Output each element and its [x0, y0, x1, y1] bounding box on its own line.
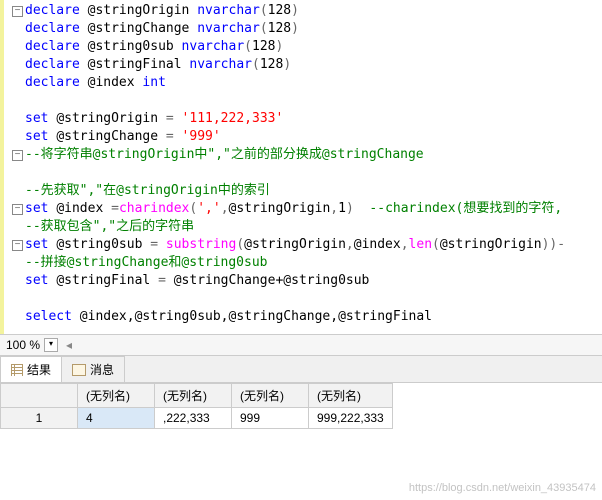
fold-toggle[interactable]: −: [12, 6, 23, 17]
zoom-level: 100 %: [6, 338, 40, 352]
grid-corner: [1, 384, 78, 408]
tab-messages[interactable]: 消息: [61, 356, 125, 382]
zoom-bar: 100 % ▾ ◂: [0, 334, 602, 356]
tab-results[interactable]: 结果: [0, 356, 62, 382]
code-editor[interactable]: −declare @stringOrigin nvarchar(128) dec…: [0, 0, 602, 334]
grid-cell[interactable]: 4: [78, 408, 155, 429]
grid-cell[interactable]: ,222,333: [155, 408, 232, 429]
results-tabs: 结果 消息: [0, 356, 602, 383]
column-header[interactable]: (无列名): [78, 384, 155, 408]
results-grid[interactable]: (无列名) (无列名) (无列名) (无列名) 1 4 ,222,333 999…: [0, 383, 393, 429]
table-row[interactable]: 1 4 ,222,333 999 999,222,333: [1, 408, 393, 429]
grid-cell[interactable]: 999,222,333: [309, 408, 393, 429]
fold-toggle[interactable]: −: [12, 240, 23, 251]
fold-toggle[interactable]: −: [12, 204, 23, 215]
grid-cell[interactable]: 999: [232, 408, 309, 429]
watermark: https://blog.csdn.net/weixin_43935474: [409, 482, 596, 494]
zoom-scroll-left[interactable]: ◂: [66, 338, 72, 352]
row-number[interactable]: 1: [1, 408, 78, 429]
column-header[interactable]: (无列名): [309, 384, 393, 408]
message-icon: [72, 364, 86, 376]
column-header[interactable]: (无列名): [155, 384, 232, 408]
zoom-dropdown[interactable]: ▾: [44, 338, 58, 352]
grid-icon: [11, 364, 23, 376]
fold-toggle[interactable]: −: [12, 150, 23, 161]
tab-messages-label: 消息: [90, 361, 114, 378]
column-header[interactable]: (无列名): [232, 384, 309, 408]
tab-results-label: 结果: [27, 361, 51, 378]
